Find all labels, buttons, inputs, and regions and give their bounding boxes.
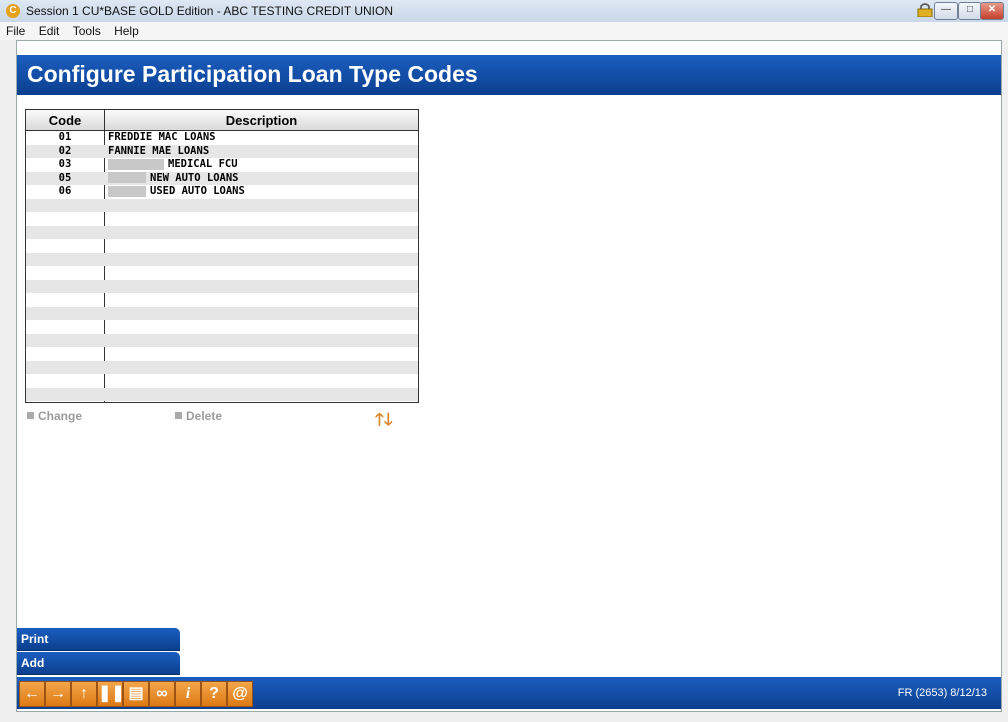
change-bullet-icon — [27, 412, 34, 419]
table-row-empty[interactable] — [26, 347, 418, 361]
add-label: Add — [21, 656, 45, 670]
table-row-empty[interactable] — [26, 387, 418, 401]
printer-icon[interactable]: ▤ — [123, 681, 149, 707]
scroll-arrows: 🡑🡓 — [375, 407, 393, 436]
table-row-empty[interactable] — [26, 320, 418, 334]
forward-icon[interactable]: → — [45, 681, 71, 707]
column-header-code[interactable]: Code — [26, 113, 104, 128]
table-row[interactable]: 01 FREDDIE MAC LOANS — [26, 131, 418, 145]
link-icon[interactable]: ∞ — [149, 681, 175, 707]
print-button[interactable]: Print — [17, 628, 180, 651]
menu-file[interactable]: File — [0, 22, 29, 38]
minimize-button[interactable]: — — [934, 2, 958, 20]
arrow-down-icon[interactable]: 🡓 — [384, 410, 393, 429]
delete-button[interactable]: Delete — [175, 409, 222, 423]
menu-edit[interactable]: Edit — [33, 22, 64, 38]
print-label: Print — [21, 632, 49, 646]
row-description: USED AUTO LOANS — [108, 185, 245, 198]
table-row[interactable]: 02 FANNIE MAE LOANS — [26, 144, 418, 158]
table-row-empty[interactable] — [26, 266, 418, 280]
row-code: 01 — [58, 131, 72, 143]
row-description: NEW AUTO LOANS — [108, 172, 239, 185]
change-button[interactable]: Change — [27, 409, 82, 423]
lock-icon[interactable] — [916, 3, 934, 17]
status-text: FR (2653) 8/12/13 — [897, 687, 987, 699]
row-description: MEDICAL FCU — [108, 158, 238, 171]
footer-toolbar: ← → ↑ ❚❚ ▤ ∞ i ? @ FR (2653) 8/12/13 — [17, 677, 1001, 709]
up-icon[interactable]: ↑ — [71, 681, 97, 707]
table-row[interactable]: 03 MEDICAL FCU — [26, 158, 418, 172]
table-body: 01 FREDDIE MAC LOANS 02 FANNIE MAE LOANS 03 M… — [26, 131, 418, 401]
window-title: Session 1 CU*BASE GOLD Edition - ABC TES… — [26, 4, 393, 18]
help-icon[interactable]: ? — [201, 681, 227, 707]
arrow-up-icon[interactable]: 🡑 — [375, 410, 384, 429]
row-code: 03 — [58, 158, 72, 170]
table-row[interactable]: 06 USED AUTO LOANS — [26, 185, 418, 199]
table-row-empty[interactable] — [26, 252, 418, 266]
title-bar: C Session 1 CU*BASE GOLD Edition - ABC T… — [0, 0, 1008, 23]
menu-bar: File Edit Tools Help — [0, 22, 1008, 40]
table-row-empty[interactable] — [26, 212, 418, 226]
app-icon: C — [6, 4, 20, 18]
row-code: 02 — [58, 144, 72, 157]
table-row-empty[interactable] — [26, 293, 418, 307]
table-row-empty[interactable] — [26, 279, 418, 293]
table-header: Code Description — [26, 110, 418, 131]
row-description: FREDDIE MAC LOANS — [108, 131, 215, 144]
menu-tools[interactable]: Tools — [67, 22, 105, 38]
table-row-empty[interactable] — [26, 225, 418, 239]
table-row-empty[interactable] — [26, 333, 418, 347]
redacted-block — [108, 158, 164, 170]
pause-icon[interactable]: ❚❚ — [97, 681, 125, 707]
table-row-empty[interactable] — [26, 360, 418, 374]
delete-bullet-icon — [175, 412, 182, 419]
add-button[interactable]: Add — [17, 652, 180, 675]
at-icon[interactable]: @ — [227, 681, 253, 707]
change-label: Change — [38, 409, 83, 423]
page-header: Configure Participation Loan Type Codes — [17, 55, 1001, 95]
menu-help[interactable]: Help — [108, 22, 143, 38]
back-icon[interactable]: ← — [19, 681, 45, 707]
row-description-text: MEDICAL FCU — [168, 158, 238, 170]
row-code: 05 — [58, 171, 72, 184]
table-row-empty[interactable] — [26, 198, 418, 212]
close-button[interactable]: ✕ — [980, 2, 1004, 20]
main-panel: Configure Participation Loan Type Codes … — [16, 40, 1002, 712]
row-description: FANNIE MAE LOANS — [108, 145, 209, 158]
delete-label: Delete — [186, 409, 223, 423]
table-row-empty[interactable] — [26, 239, 418, 253]
loan-type-table: Code Description 01 FREDDIE MAC LOANS 02 FA… — [25, 109, 419, 403]
redacted-block — [108, 172, 146, 183]
column-header-description[interactable]: Description — [105, 113, 418, 128]
row-description-text: NEW AUTO LOANS — [150, 171, 239, 184]
table-row-empty[interactable] — [26, 374, 418, 388]
row-description-text: FREDDIE MAC LOANS — [108, 131, 216, 143]
table-row[interactable]: 05 NEW AUTO LOANS — [26, 171, 418, 185]
row-description-text: FANNIE MAE LOANS — [108, 144, 210, 157]
info-icon[interactable]: i — [175, 681, 201, 707]
redacted-block — [108, 185, 146, 197]
maximize-button[interactable]: □ — [958, 2, 982, 20]
table-row-empty[interactable] — [26, 306, 418, 320]
row-code: 06 — [58, 185, 72, 197]
row-description-text: USED AUTO LOANS — [150, 185, 245, 197]
page-title: Configure Participation Loan Type Codes — [27, 61, 478, 87]
